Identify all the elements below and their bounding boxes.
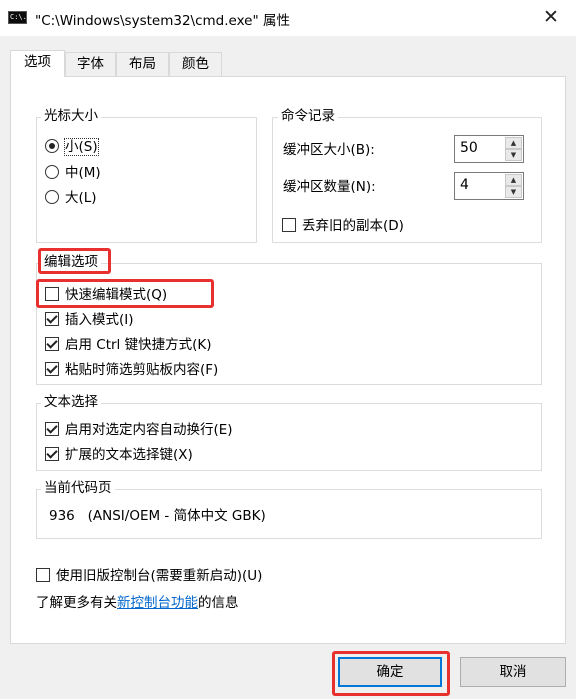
radio-cursor-small[interactable]: 小(S) xyxy=(45,138,99,156)
tab-options[interactable]: 选项 xyxy=(10,50,65,77)
cancel-button[interactable]: 取消 xyxy=(460,657,566,687)
code-page-title: 当前代码页 xyxy=(41,480,115,496)
word-wrap-checkbox[interactable]: 启用对选定内容自动换行(E) xyxy=(45,421,233,439)
new-console-features-link[interactable]: 新控制台功能 xyxy=(117,595,198,611)
insert-mode-checkbox[interactable]: 插入模式(I) xyxy=(45,311,134,329)
tab-font[interactable]: 字体 xyxy=(65,52,116,76)
spin-up-icon[interactable]: ▲ xyxy=(505,137,522,149)
ok-button[interactable]: 确定 xyxy=(338,657,442,687)
radio-button[interactable] xyxy=(45,139,59,153)
radio-cursor-medium[interactable]: 中(M) xyxy=(45,164,101,182)
legacy-console-checkbox[interactable]: 使用旧版控制台(需要重新启动)(U) xyxy=(36,567,262,585)
learn-more-text: 了解更多有关新控制台功能的信息 xyxy=(36,595,239,611)
checkbox[interactable] xyxy=(45,287,59,301)
checkbox[interactable] xyxy=(45,362,59,376)
checkbox[interactable] xyxy=(282,218,296,232)
buffer-size-value[interactable]: 50 xyxy=(460,140,478,156)
checkbox[interactable] xyxy=(45,422,59,436)
code-page-value: 936 (ANSI/OEM - 简体中文 GBK) xyxy=(49,508,266,524)
title-bar: C:\. "C:\Windows\system32\cmd.exe" 属性 ✕ xyxy=(0,0,576,36)
buffer-count-value[interactable]: 4 xyxy=(460,177,469,193)
quick-edit-checkbox[interactable]: 快速编辑模式(Q) xyxy=(45,286,167,304)
buffer-count-spinner[interactable]: 4 ▲ ▼ xyxy=(454,172,524,200)
tab-layout[interactable]: 布局 xyxy=(116,52,169,76)
radio-button[interactable] xyxy=(45,165,59,179)
buffer-size-label: 缓冲区大小(B): xyxy=(283,142,375,158)
checkbox[interactable] xyxy=(45,447,59,461)
extended-selection-checkbox[interactable]: 扩展的文本选择键(X) xyxy=(45,446,193,464)
text-selection-title: 文本选择 xyxy=(41,394,101,410)
spin-up-icon[interactable]: ▲ xyxy=(505,174,522,186)
window-title: "C:\Windows\system32\cmd.exe" 属性 xyxy=(35,13,290,29)
radio-cursor-large[interactable]: 大(L) xyxy=(45,189,97,207)
checkbox[interactable] xyxy=(45,312,59,326)
checkbox[interactable] xyxy=(36,568,50,582)
edit-options-title: 编辑选项 xyxy=(41,254,101,270)
tab-colors[interactable]: 颜色 xyxy=(169,52,222,76)
radio-button[interactable] xyxy=(45,190,59,204)
command-history-title: 命令记录 xyxy=(278,108,338,124)
cmd-app-icon: C:\. xyxy=(8,11,27,24)
filter-paste-checkbox[interactable]: 粘贴时筛选剪贴板内容(F) xyxy=(45,361,218,379)
discard-old-checkbox[interactable]: 丢弃旧的副本(D) xyxy=(282,217,404,235)
checkbox[interactable] xyxy=(45,337,59,351)
buffer-size-spinner[interactable]: 50 ▲ ▼ xyxy=(454,135,524,163)
ctrl-shortcuts-checkbox[interactable]: 启用 Ctrl 键快捷方式(K) xyxy=(45,336,212,354)
close-icon[interactable]: ✕ xyxy=(538,4,564,30)
buffer-count-label: 缓冲区数量(N): xyxy=(283,179,376,195)
spin-down-icon[interactable]: ▼ xyxy=(505,149,522,161)
cursor-size-title: 光标大小 xyxy=(41,108,101,124)
spin-down-icon[interactable]: ▼ xyxy=(505,186,522,198)
